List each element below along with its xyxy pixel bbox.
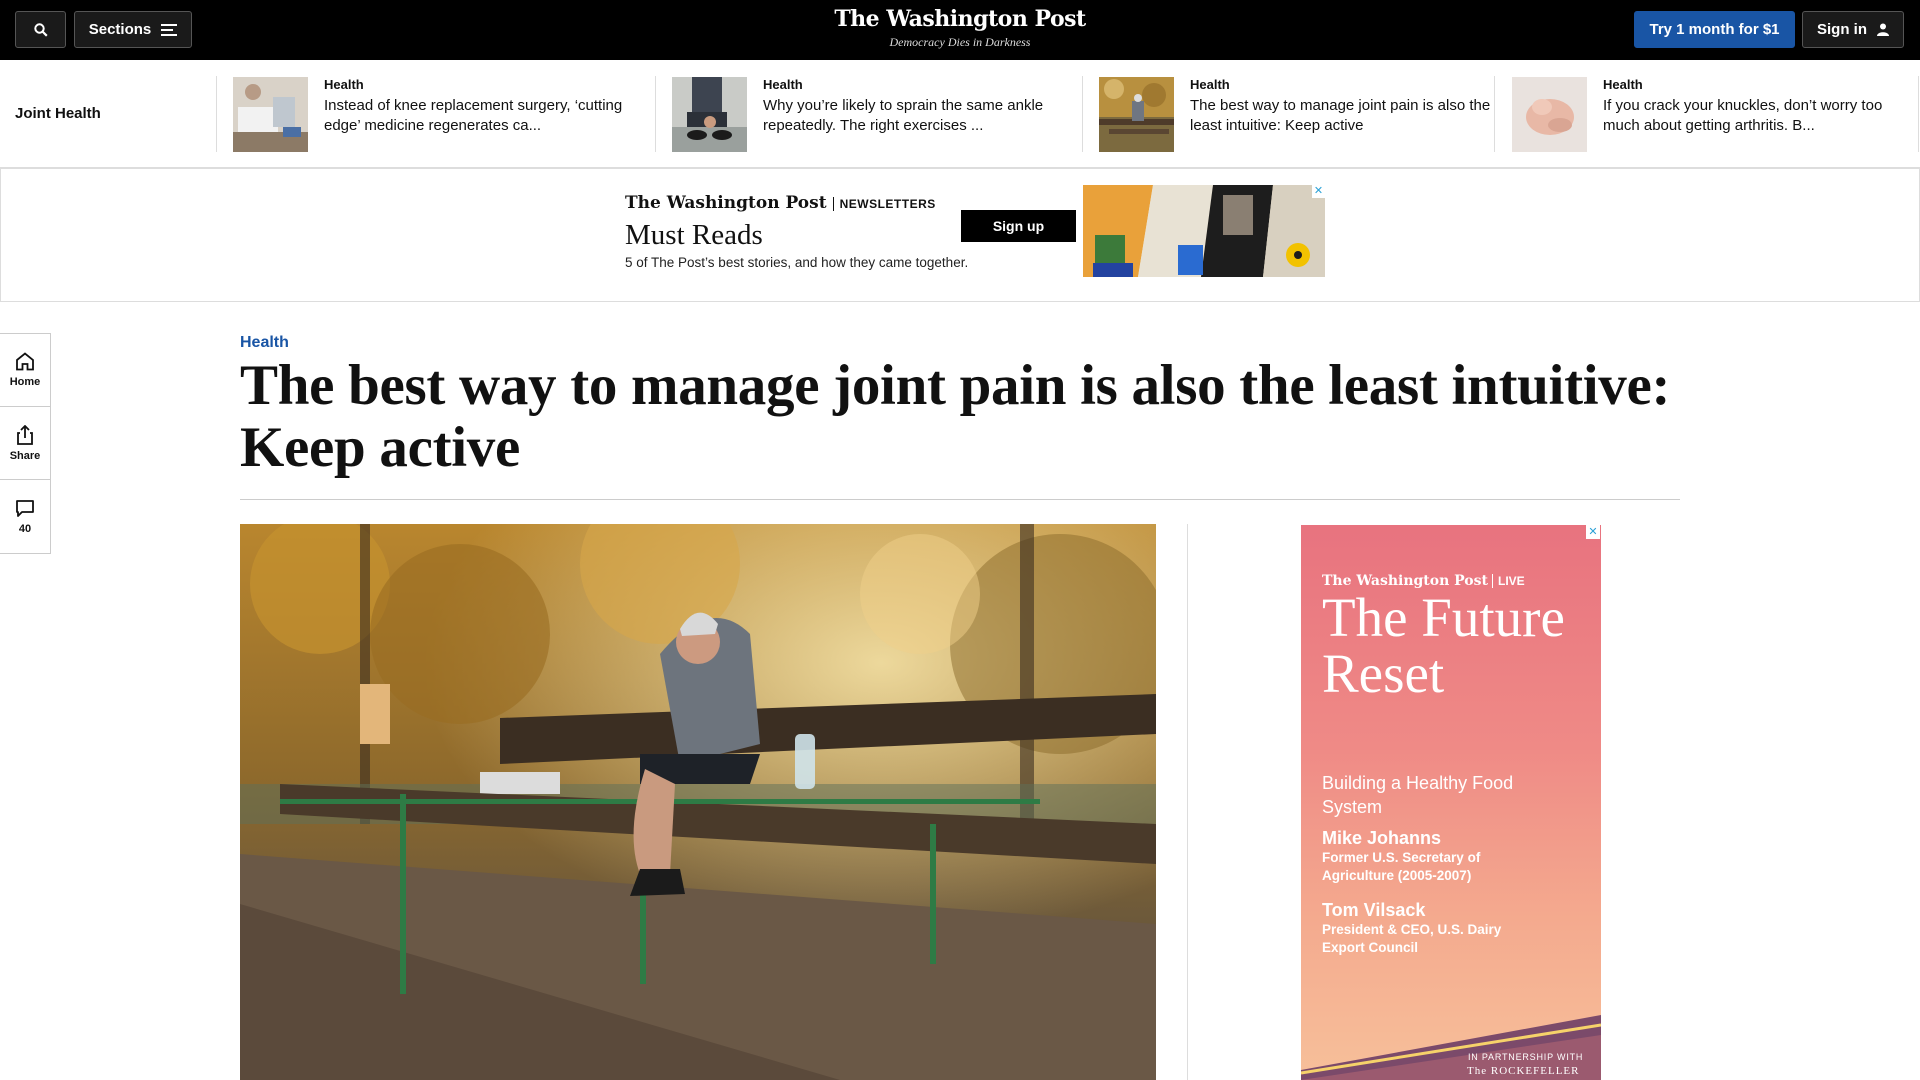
- menu-icon: [161, 23, 178, 36]
- ad-signup-button[interactable]: Sign up: [961, 210, 1076, 242]
- share-icon: [17, 424, 33, 445]
- column-divider: [1187, 524, 1188, 1080]
- ad-title: Must Reads: [625, 219, 763, 251]
- article-action-rail: Home Share 40: [0, 333, 51, 554]
- sign-in-label: Sign in: [1817, 21, 1867, 38]
- search-button[interactable]: [15, 11, 66, 48]
- article-headline: The best way to manage joint pain is als…: [240, 354, 1671, 479]
- article-hero-image: [240, 524, 1156, 1080]
- strip-story[interactable]: Health If you crack your knuckles, don’t…: [1512, 77, 1912, 153]
- story-kicker: Health: [763, 77, 803, 92]
- story-headline[interactable]: Why you’re likely to sprain the same ank…: [763, 96, 1083, 136]
- side-ad-speaker: Tom Vilsack President & CEO, U.S. Dairy …: [1322, 900, 1542, 957]
- strip-divider: [1918, 76, 1919, 152]
- story-headline[interactable]: If you crack your knuckles, don’t worry …: [1603, 96, 1903, 136]
- user-icon: [1877, 23, 1889, 36]
- article-kicker[interactable]: Health: [240, 334, 289, 352]
- headline-divider: [240, 499, 1680, 500]
- story-headline[interactable]: The best way to manage joint pain is als…: [1190, 96, 1510, 136]
- comment-icon: [16, 499, 34, 517]
- sections-label: Sections: [88, 21, 152, 38]
- speaker-name: Mike Johanns: [1322, 828, 1442, 848]
- site-tagline: Democracy Dies in Darkness: [889, 35, 1031, 49]
- ad-close-icon[interactable]: ✕: [1586, 525, 1600, 539]
- home-icon: [16, 352, 34, 371]
- story-thumbnail: [1512, 77, 1587, 152]
- strip-story[interactable]: Health Instead of knee replacement surge…: [233, 77, 643, 153]
- side-ad-partner-label: IN PARTNERSHIP WITH: [1468, 1052, 1584, 1062]
- strip-story[interactable]: Health Why you’re likely to sprain the s…: [672, 77, 1082, 153]
- comments-count: 40: [18, 522, 32, 535]
- home-button[interactable]: Home: [0, 334, 50, 407]
- strip-story[interactable]: Health The best way to manage joint pain…: [1099, 77, 1509, 153]
- ad-brand-section: NEWSLETTERS: [832, 197, 936, 211]
- strip-divider: [1082, 76, 1083, 152]
- topic-strip: Joint Health Health Instead of knee repl…: [0, 60, 1920, 168]
- subscribe-button[interactable]: Try 1 month for $1: [1634, 11, 1795, 48]
- ad-brand-name: The Washington Post: [625, 193, 827, 213]
- story-thumbnail: [672, 77, 747, 152]
- side-ad-brand-section: LIVE: [1492, 574, 1525, 588]
- story-headline[interactable]: Instead of knee replacement surgery, ‘cu…: [324, 96, 644, 136]
- banner-ad-slot: The Washington Post NEWSLETTERS Must Read…: [0, 168, 1920, 302]
- story-kicker: Health: [1190, 77, 1230, 92]
- sign-in-button[interactable]: Sign in: [1802, 11, 1904, 48]
- top-navigation-bar: Sections The Washington Post Democracy D…: [0, 0, 1920, 60]
- side-ad-partner-name: The ROCKEFELLER: [1467, 1065, 1580, 1077]
- sidebar-ad[interactable]: ✕ The Washington Post LIVE The Future Res…: [1301, 525, 1601, 1080]
- ad-close-icon[interactable]: ✕: [1312, 185, 1325, 198]
- story-thumbnail: [1099, 77, 1174, 152]
- ad-brand: The Washington Post NEWSLETTERS: [625, 193, 936, 213]
- logo-text: The Washington Post: [834, 6, 1086, 32]
- speaker-role: Former U.S. Secretary of Agriculture (20…: [1322, 850, 1481, 883]
- story-kicker: Health: [1603, 77, 1643, 92]
- ad-subtitle: 5 of The Post’s best stories, and how th…: [625, 255, 969, 270]
- strip-divider: [655, 76, 656, 152]
- topic-strip-label[interactable]: Joint Health: [15, 105, 101, 122]
- share-button[interactable]: Share: [0, 407, 50, 480]
- speaker-role: President & CEO, U.S. Dairy Export Counc…: [1322, 922, 1502, 955]
- side-ad-speaker: Mike Johanns Former U.S. Secretary of Ag…: [1322, 828, 1542, 885]
- home-label: Home: [9, 376, 41, 388]
- story-kicker: Health: [324, 77, 364, 92]
- ad-collage-image: [1083, 185, 1325, 277]
- site-logo[interactable]: The Washington Post Democracy Dies in Da…: [760, 6, 1160, 50]
- share-label: Share: [9, 449, 41, 462]
- story-thumbnail: [233, 77, 308, 152]
- side-ad-title: The Future Reset: [1322, 587, 1565, 704]
- search-icon: [33, 22, 48, 37]
- speaker-name: Tom Vilsack: [1322, 900, 1426, 920]
- side-ad-subtitle: Building a Healthy Food System: [1322, 773, 1514, 817]
- strip-divider: [216, 76, 217, 152]
- sections-menu-button[interactable]: Sections: [74, 11, 192, 48]
- newsletter-ad[interactable]: The Washington Post NEWSLETTERS Must Read…: [615, 185, 1325, 277]
- comments-button[interactable]: 40: [0, 480, 50, 553]
- strip-divider: [1494, 76, 1495, 152]
